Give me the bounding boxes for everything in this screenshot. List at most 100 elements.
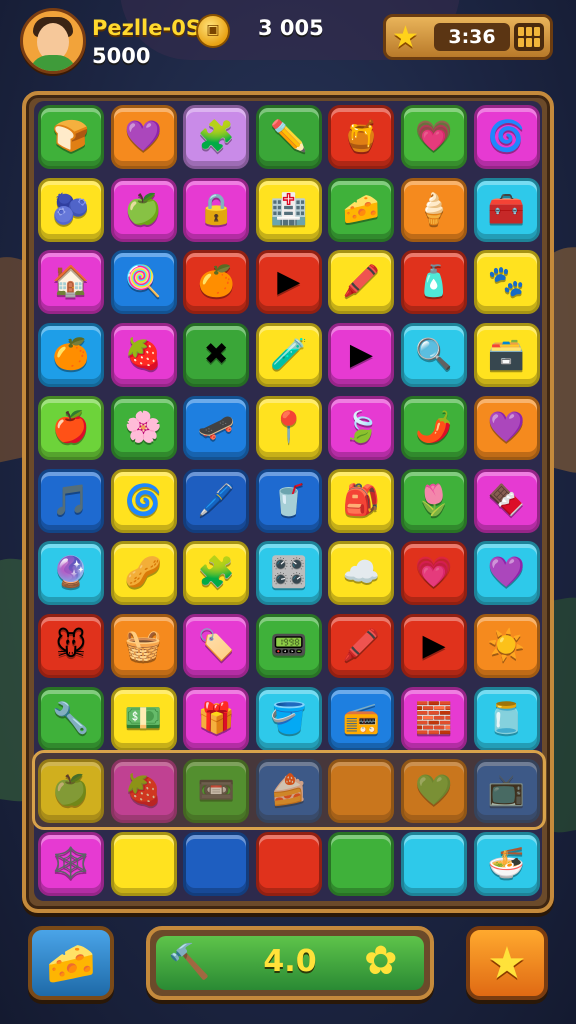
tile-bowl-icon[interactable]: 🍜 xyxy=(473,832,540,896)
tile-pink-heart-icon[interactable]: 💗 xyxy=(401,105,467,169)
honey-pot-icon: 🍯 xyxy=(342,119,381,154)
tile-ice-cream-icon[interactable]: 🍦 xyxy=(401,177,467,242)
heart-icon: 💗 xyxy=(415,555,453,591)
star-timer-panel: ★ 3:36 xyxy=(383,14,553,60)
tile-cheese-icon[interactable]: 🧀 xyxy=(328,177,395,242)
tile-radio-icon[interactable]: 🎛️ xyxy=(255,541,322,606)
tile-boombox-icon[interactable]: 📻 xyxy=(328,686,395,751)
tile-heart-icon[interactable]: 💗 xyxy=(401,541,467,606)
star-button[interactable]: ★ xyxy=(466,926,548,1000)
paw-blob-icon: 🐾 xyxy=(487,264,526,300)
tile-gift-box-icon[interactable]: 🎁 xyxy=(183,686,250,751)
coin-icon: ▣ xyxy=(196,14,230,48)
purple-orb-icon: 🔮 xyxy=(52,555,90,591)
tile-test-tube-icon[interactable]: 🧪 xyxy=(255,323,322,388)
tile-bread-icon[interactable]: 🍞 xyxy=(38,105,104,169)
player-name: Pezlle-0S xyxy=(92,16,201,40)
tile-blue-puzzle-icon[interactable]: 🧩 xyxy=(183,541,250,606)
tile-empty-tile[interactable] xyxy=(110,832,177,896)
tile-pink-crayon-icon[interactable]: 🖍️ xyxy=(328,613,395,678)
tile-pin-icon[interactable]: 📍 xyxy=(255,395,322,460)
tile-tag-icon[interactable]: 🏷️ xyxy=(183,613,250,678)
tile-web-ball-icon[interactable]: 🕸️ xyxy=(38,832,104,896)
tile-brick-icon[interactable]: 🧱 xyxy=(401,686,467,751)
tile-mouse-icon[interactable]: 🐭 xyxy=(38,613,104,678)
bottle-icon: 🫙 xyxy=(487,700,526,736)
tile-music-note-icon[interactable]: 🎵 xyxy=(38,468,104,533)
tile-jar-icon[interactable]: 🧴 xyxy=(401,250,467,315)
tile-bottle-icon[interactable]: 🫙 xyxy=(473,686,540,751)
tile-green-play-icon[interactable]: ▶ xyxy=(401,613,467,678)
bag-icon: 🎒 xyxy=(342,482,381,518)
tile-lollipop-icon[interactable]: 🍭 xyxy=(110,250,177,315)
tag-icon: 🏷️ xyxy=(197,627,235,663)
music-note-icon: 🎵 xyxy=(52,482,90,518)
tile-play-triangle-icon[interactable]: ▶ xyxy=(255,250,322,315)
flower-icon[interactable]: ✿ xyxy=(364,940,398,982)
home-icon: 🏠 xyxy=(52,264,90,300)
tile-magnifier-icon[interactable]: 🔍 xyxy=(401,323,467,388)
tile-peanut-icon[interactable]: 🥜 xyxy=(110,541,177,606)
tile-box-icon[interactable]: 🗃️ xyxy=(473,323,540,388)
tile-empty-tile[interactable] xyxy=(255,832,322,896)
player-avatar[interactable] xyxy=(20,8,86,74)
tile-empty-tile[interactable] xyxy=(183,832,250,896)
pager-icon: 📟 xyxy=(270,627,308,663)
tile-crayon-icon[interactable]: 🖍️ xyxy=(328,250,395,315)
tile-lock-icon[interactable]: 🔒 xyxy=(183,177,250,242)
tile-skate-icon[interactable]: 🛹 xyxy=(183,395,250,460)
tile-house-icon[interactable]: 🏥 xyxy=(255,177,322,242)
tile-orange-icon[interactable]: 🍊 xyxy=(38,323,104,388)
tile-purple-heart-icon[interactable]: 💜 xyxy=(110,105,177,169)
tile-tulip-icon[interactable]: 🌷 xyxy=(401,468,467,533)
tile-toolbox-icon[interactable]: 🧰 xyxy=(473,177,540,242)
tile-empty-tile[interactable] xyxy=(401,832,467,896)
wrench-icon: 🔧 xyxy=(52,700,90,736)
tile-blue-apple-icon[interactable]: 🫐 xyxy=(38,177,104,242)
flower-blob-icon: 🌸 xyxy=(124,409,163,445)
tile-puzzle-icon[interactable]: 🧩 xyxy=(183,105,250,169)
blue-apple-icon: 🫐 xyxy=(52,191,90,227)
tile-pencil-icon[interactable]: ✏️ xyxy=(255,105,322,169)
tile-tray-icon[interactable]: 🧺 xyxy=(110,613,177,678)
magnifier-icon: 🔍 xyxy=(415,337,453,373)
cash-icon: 💵 xyxy=(124,700,163,736)
radio-icon: 🎛️ xyxy=(270,555,308,591)
tile-honey-pot-icon[interactable]: 🍯 xyxy=(328,105,395,169)
tile-strawberry-icon[interactable]: 🍓 xyxy=(110,323,177,388)
pencil-icon: ✏️ xyxy=(270,119,308,154)
tile-play-yellow-icon[interactable]: ▶ xyxy=(328,323,395,388)
tile-marker-icon[interactable]: 🖊️ xyxy=(183,468,250,533)
tile-wrench-icon[interactable]: 🔧 xyxy=(38,686,104,751)
bucket-icon: 🪣 xyxy=(270,700,308,736)
toolbox-icon: 🧰 xyxy=(487,191,526,227)
tile-pager-icon[interactable]: 📟 xyxy=(255,613,322,678)
tile-sun-icon[interactable]: ☀️ xyxy=(473,613,540,678)
tile-violet-heart-icon[interactable]: 💜 xyxy=(473,541,540,606)
tile-cross-icon[interactable]: ✖ xyxy=(183,323,250,388)
tile-red-apple-icon[interactable]: 🍎 xyxy=(38,395,104,460)
crayon-icon: 🖍️ xyxy=(342,264,381,300)
tile-paw-blob-icon[interactable]: 🐾 xyxy=(473,250,540,315)
tile-swirl-icon[interactable]: 🌀 xyxy=(473,105,540,169)
tile-cash-icon[interactable]: 💵 xyxy=(110,686,177,751)
tile-chili-icon[interactable]: 🌶️ xyxy=(401,395,467,460)
tile-purple-orb-icon[interactable]: 🔮 xyxy=(38,541,104,606)
web-ball-icon: 🕸️ xyxy=(52,846,90,881)
hammer-icon[interactable]: 🔨 xyxy=(168,942,210,982)
tile-cloud-icon[interactable]: ☁️ xyxy=(328,541,395,606)
tile-bag-icon[interactable]: 🎒 xyxy=(328,468,395,533)
tile-cup-icon[interactable]: 🥤 xyxy=(255,468,322,533)
tile-purple-leaf-icon[interactable]: 💜 xyxy=(473,395,540,460)
tile-green-apple-icon[interactable]: 🍏 xyxy=(110,177,177,242)
tile-flower-blob-icon[interactable]: 🌸 xyxy=(110,395,177,460)
tile-bucket-icon[interactable]: 🪣 xyxy=(255,686,322,751)
tile-leaf-icon[interactable]: 🍃 xyxy=(328,395,395,460)
tile-candy-bar-icon[interactable]: 🍫 xyxy=(473,468,540,533)
tile-orange-ball-icon[interactable]: 🍊 xyxy=(183,250,250,315)
tile-spiral-candy-icon[interactable]: 🌀 xyxy=(110,468,177,533)
grid-menu-icon[interactable] xyxy=(514,23,544,51)
booster-button[interactable]: 🧀 xyxy=(28,926,114,1000)
tile-empty-tile[interactable] xyxy=(328,832,395,896)
tile-home-icon[interactable]: 🏠 xyxy=(38,250,104,315)
